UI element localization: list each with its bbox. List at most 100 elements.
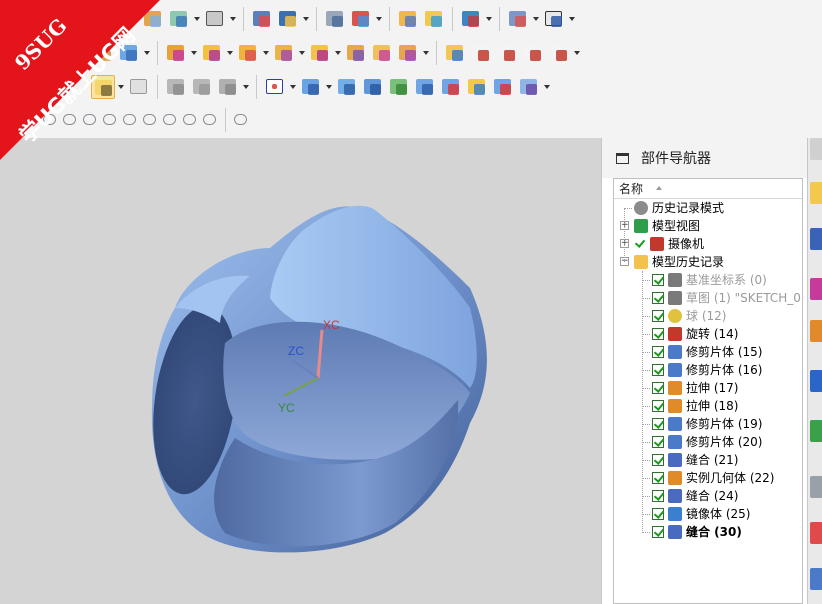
through-curves-icon[interactable] [299,75,323,99]
n-sided-surface-icon[interactable] [439,75,463,99]
constraint-navigator-icon[interactable] [810,228,822,250]
visibility-checkbox[interactable] [652,436,664,448]
system-materials-icon[interactable] [810,522,822,544]
column-header-name[interactable]: 名称 [614,179,802,199]
edit-object-display-icon[interactable] [396,7,420,31]
info-icon[interactable] [810,370,822,392]
offset-face-icon[interactable] [370,41,394,65]
point-on-curve-icon[interactable] [181,111,199,129]
color-palette-icon[interactable] [422,7,446,31]
dropdown-arrow[interactable] [542,75,552,99]
tree-connector [642,496,650,497]
tree-item[interactable]: − 模型历史记录 [614,253,802,271]
dropdown-arrow[interactable] [324,75,334,99]
visibility-checkbox[interactable] [652,292,664,304]
dropdown-arrow[interactable] [374,7,384,31]
dropdown-arrow[interactable] [301,7,311,31]
window-icon[interactable] [616,152,629,164]
spline-icon[interactable] [495,41,519,65]
dropdown-arrow[interactable] [421,41,431,65]
visibility-checkbox[interactable] [652,274,664,286]
dropdown-arrow[interactable] [297,41,307,65]
dropdown-arrow[interactable] [225,41,235,65]
layer-settings-icon[interactable] [323,7,347,31]
face-blend-icon[interactable] [387,75,411,99]
copy-to-layer-icon[interactable] [190,75,214,99]
sew-icon[interactable] [344,41,368,65]
visibility-checkbox[interactable] [652,328,664,340]
visibility-checkbox[interactable] [652,490,664,502]
four-point-surface-icon[interactable] [263,75,287,99]
visibility-checkbox[interactable] [652,346,664,358]
point-on-face-icon[interactable] [201,111,219,129]
curve-tool-icon[interactable] [469,41,493,65]
tree-item[interactable]: + 摄像机 [614,235,802,253]
visibility-checkbox[interactable] [652,454,664,466]
view-orient-icon[interactable] [250,7,274,31]
separator [389,7,390,31]
unite-icon[interactable] [164,41,188,65]
surface-analysis-icon[interactable] [465,75,489,99]
swept-icon[interactable] [413,75,437,99]
resource-bar [807,138,822,604]
through-mesh-icon[interactable] [335,75,359,99]
dropdown-arrow[interactable] [567,7,577,31]
history-icon[interactable] [810,476,822,498]
dropdown-arrow[interactable] [531,7,541,31]
dropdown-arrow[interactable] [261,41,271,65]
process-studio-icon[interactable] [810,568,822,590]
visibility-checkbox[interactable] [652,472,664,484]
layer-visibility-icon[interactable] [216,75,240,99]
trim-body-icon[interactable] [272,41,296,65]
dropdown-arrow[interactable] [484,7,494,31]
x-form-icon[interactable] [517,75,541,99]
reuse-library-icon[interactable] [810,320,822,342]
studio-surface-icon[interactable] [361,75,385,99]
part-navigator-icon[interactable] [810,278,822,300]
pattern-icon[interactable] [396,41,420,65]
navigator-tree[interactable]: 名称 历史记录模式 + 模型视图 + 摄像机 − 模型历史记录 基准坐标系 (0) 草图 (1)… [613,178,803,604]
dropdown-arrow[interactable] [189,41,199,65]
graphics-viewport[interactable]: XC ZC YC [0,138,601,604]
wcs-icon[interactable] [349,7,373,31]
layer-move-icon[interactable] [164,75,188,99]
assembly-navigator-icon[interactable] [810,182,822,204]
split-body-icon[interactable] [308,41,332,65]
existing-point-icon[interactable] [161,111,179,129]
grid-icon[interactable] [232,111,250,129]
measure-distance-icon[interactable] [542,7,566,31]
tree-item[interactable]: + 模型视图 [614,217,802,235]
tree-item-label: 摄像机 [668,237,705,251]
bridge-curve-icon[interactable] [547,41,571,65]
web-browser-icon[interactable] [810,420,822,442]
subtract-icon[interactable] [200,41,224,65]
visibility-checkbox[interactable] [652,364,664,376]
display-mode-icon[interactable] [203,7,227,31]
analysis-icon[interactable] [506,7,530,31]
visibility-checkbox[interactable] [652,418,664,430]
show-hide-icon[interactable] [459,7,483,31]
dropdown-arrow[interactable] [228,7,238,31]
dropdown-arrow[interactable] [241,75,251,99]
curve-analysis-icon[interactable] [443,41,467,65]
axis-label-xc: XC [323,318,340,332]
arc-curve-icon[interactable] [521,41,545,65]
dropdown-arrow[interactable] [288,75,298,99]
extension-surface-icon[interactable] [491,75,515,99]
tree-item[interactable]: 历史记录模式 [614,199,802,217]
tree-item-label: 缝合 (30) [686,525,742,539]
dropdown-arrow[interactable] [572,41,582,65]
visibility-checkbox[interactable] [652,400,664,412]
visibility-checkbox[interactable] [652,310,664,322]
view-section-icon[interactable] [276,7,300,31]
datum-csys-icon [668,273,682,287]
dropdown-arrow[interactable] [192,7,202,31]
resource-tab-icon[interactable] [810,138,822,160]
extrude-icon [668,399,682,413]
intersect-icon[interactable] [236,41,260,65]
dropdown-arrow[interactable] [333,41,343,65]
visibility-checkbox[interactable] [652,508,664,520]
visibility-checkbox[interactable] [652,526,664,538]
visibility-checkbox[interactable] [652,382,664,394]
move-face-icon[interactable] [167,7,191,31]
